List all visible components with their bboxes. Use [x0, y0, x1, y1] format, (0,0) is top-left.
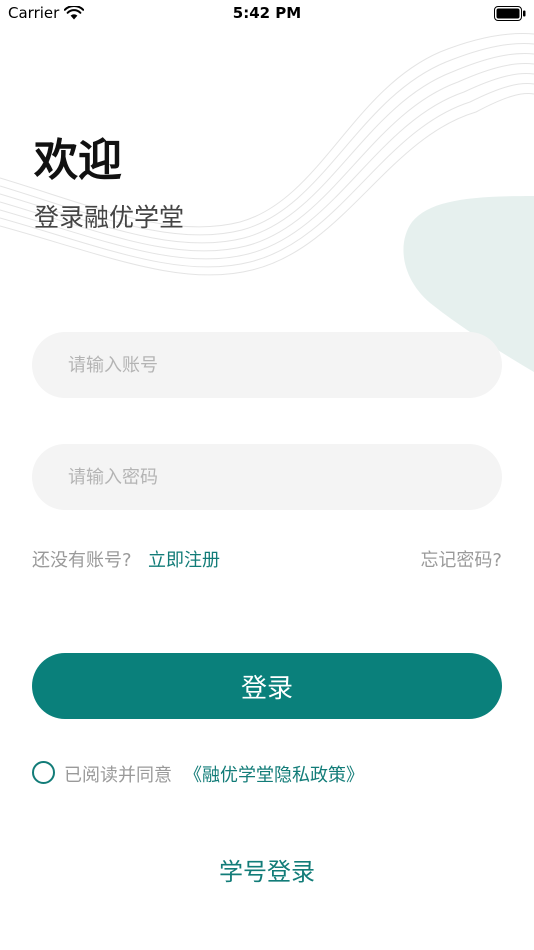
battery-icon: [494, 6, 526, 21]
page-subtitle: 登录融优学堂: [34, 203, 185, 232]
register-link[interactable]: 立即注册: [148, 546, 220, 572]
forgot-password-link[interactable]: 忘记密码?: [420, 546, 502, 572]
circle-checkbox-icon[interactable]: [32, 761, 55, 784]
privacy-policy-link[interactable]: 《融优学堂隐私政策》: [184, 761, 364, 787]
account-links-row: 还没有账号? 立即注册 忘记密码?: [32, 546, 502, 572]
password-input[interactable]: [32, 444, 502, 510]
status-bar: Carrier 5:42 PM: [0, 0, 534, 28]
student-id-login-link[interactable]: 学号登录: [0, 852, 534, 887]
page-title: 欢迎: [34, 135, 122, 186]
no-account-label: 还没有账号?: [32, 550, 132, 571]
account-input[interactable]: [32, 332, 502, 398]
login-button[interactable]: 登录: [32, 653, 502, 719]
status-time: 5:42 PM: [232, 4, 302, 22]
agreement-text: 已阅读并同意: [64, 765, 172, 786]
